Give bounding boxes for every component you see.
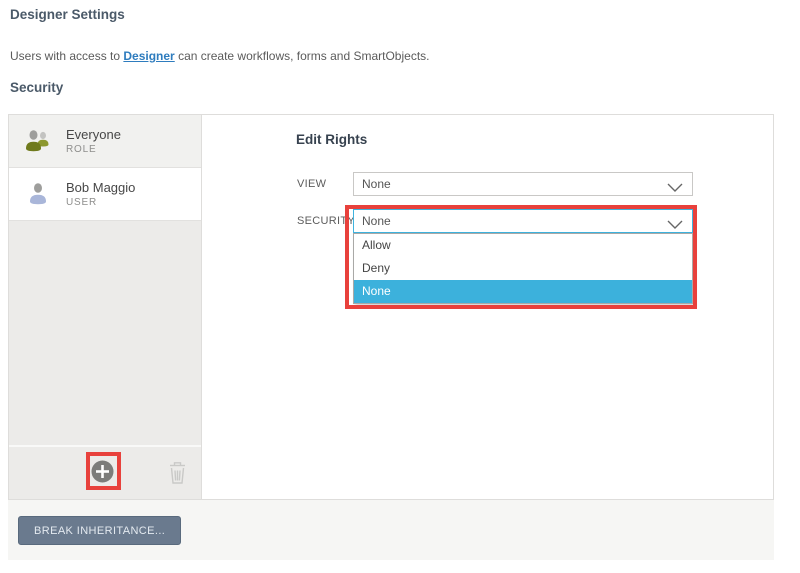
security-panel: Everyone ROLE Bob Maggio USER [8,114,774,500]
list-item-bob-maggio[interactable]: Bob Maggio USER [9,168,201,221]
page-description: Users with access to Designer can create… [10,49,430,63]
dropdown-option-deny[interactable]: Deny [354,257,692,280]
security-field-label: SECURITY [297,215,355,227]
view-select[interactable]: None [353,172,693,196]
security-select-value: None [362,214,391,228]
member-list-toolbar [9,447,201,499]
security-select[interactable]: None [353,209,693,233]
list-item-everyone[interactable]: Everyone ROLE [9,115,201,168]
member-type: USER [66,197,135,208]
member-name: Bob Maggio [66,180,135,195]
member-meta: Everyone ROLE [66,127,121,155]
security-section-title: Security [10,80,63,95]
user-icon [23,180,53,208]
member-meta: Bob Maggio USER [66,180,135,208]
edit-rights-title: Edit Rights [296,132,367,147]
edit-rights-panel: Edit Rights VIEW None SECURITY None Allo… [202,115,773,499]
designer-settings-page: Designer Settings Users with access to D… [0,0,800,573]
member-list: Everyone ROLE Bob Maggio USER [9,115,202,499]
break-inheritance-button[interactable]: BREAK INHERITANCE... [18,516,181,545]
dropdown-option-allow[interactable]: Allow [354,234,692,257]
page-title: Designer Settings [10,7,125,22]
plus-circle-icon [91,471,114,486]
designer-link[interactable]: Designer [123,49,174,63]
delete-member-button[interactable] [167,460,188,485]
member-name: Everyone [66,127,121,142]
dropdown-option-none[interactable]: None [354,280,692,303]
trash-icon [167,473,188,488]
view-select-value: None [362,177,391,191]
member-type: ROLE [66,144,121,155]
role-group-icon [23,127,53,155]
security-dropdown-list: Allow Deny None [353,233,693,304]
chevron-down-icon [667,180,683,198]
description-prefix: Users with access to [10,49,123,63]
view-field-label: VIEW [297,178,326,190]
member-list-empty-space [9,221,201,447]
description-suffix: can create workflows, forms and SmartObj… [175,49,430,63]
add-member-button[interactable] [91,460,114,483]
footer-bar: BREAK INHERITANCE... [8,500,774,560]
